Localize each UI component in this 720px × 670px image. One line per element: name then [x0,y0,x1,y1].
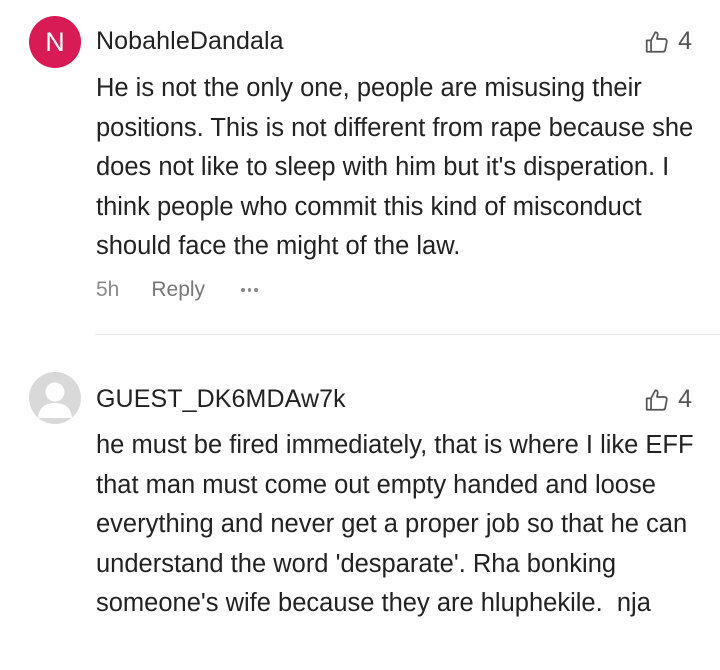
like-button[interactable]: 4 [644,27,692,56]
thumbs-up-icon [644,29,670,55]
comment-text: he must be fired immediately, that is wh… [96,431,701,617]
comment-item: GUEST_DK6MDAw7k 4 he must be fired immed… [0,335,720,670]
like-count: 4 [678,27,692,55]
comment-meta: 5h Reply [96,278,258,302]
avatar[interactable] [29,372,81,424]
like-count: 4 [678,385,692,413]
person-icon [29,372,81,424]
more-options-icon[interactable] [241,288,258,292]
comment-text: He is not the only one, people are misus… [96,74,701,260]
avatar[interactable]: N [29,16,81,68]
comment-item: N NobahleDandala 4 He is not the only on… [0,0,720,334]
reply-button[interactable]: Reply [151,278,205,302]
comment-timestamp: 5h [96,278,120,301]
comment-author[interactable]: NobahleDandala [96,27,284,56]
thumbs-up-icon [644,387,670,413]
avatar-initial: N [45,26,65,57]
like-button[interactable]: 4 [644,385,692,414]
comment-author[interactable]: GUEST_DK6MDAw7k [96,385,346,414]
